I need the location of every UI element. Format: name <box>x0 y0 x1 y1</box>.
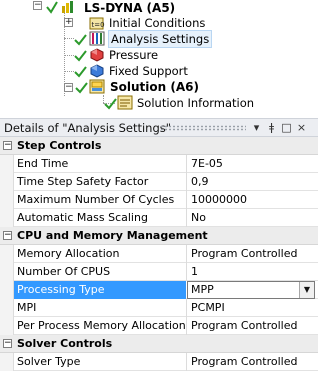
row-gutter <box>0 191 14 209</box>
pin-icon[interactable]: ǂ <box>265 121 278 135</box>
tree-solution-label: Solution (A6) <box>110 80 199 94</box>
row-gutter <box>0 299 14 317</box>
row-gutter <box>0 353 14 371</box>
close-icon[interactable]: × <box>295 121 308 135</box>
column-divider <box>186 263 187 281</box>
section-title: Step Controls <box>17 139 102 152</box>
row-gutter <box>0 281 14 299</box>
row-gutter <box>0 209 14 227</box>
property-row-number-of-cpus[interactable]: Number Of CPUS 1 <box>0 263 318 281</box>
row-gutter <box>0 173 14 191</box>
property-row-maximum-number-of-cycles[interactable]: Maximum Number Of Cycles 10000000 <box>0 191 318 209</box>
analysis-settings-icon <box>89 31 105 46</box>
select-value: MPP <box>191 283 214 296</box>
row-gutter <box>0 245 14 263</box>
column-divider <box>186 209 187 227</box>
property-row-time-step-safety-factor[interactable]: Time Step Safety Factor 0,9 <box>0 173 318 191</box>
property-value[interactable]: 0,9 <box>189 173 209 191</box>
property-value[interactable]: Program Controlled <box>189 353 297 371</box>
tree-item-label: Initial Conditions <box>109 16 206 30</box>
processing-type-select[interactable]: MPP ▼ <box>187 281 315 299</box>
column-divider <box>186 353 187 371</box>
tree-node-ls-dyna[interactable]: − LS-DYNA (A5) <box>0 0 318 16</box>
check-icon <box>74 66 87 78</box>
tree-node-solution-information[interactable]: Solution Information <box>0 95 318 111</box>
property-value[interactable]: Program Controlled <box>189 245 297 263</box>
section-solver-controls[interactable]: − Solver Controls <box>0 335 318 353</box>
property-name: Solver Type <box>17 355 81 368</box>
svg-text:t=0: t=0 <box>92 21 105 29</box>
tree-node-pressure[interactable]: Pressure <box>0 47 318 63</box>
dropdown-arrow-icon[interactable]: ▼ <box>299 282 314 298</box>
details-grid: − Step Controls End Time 7E-05 Time Step… <box>0 137 318 371</box>
collapse-icon[interactable]: − <box>33 1 42 10</box>
column-divider <box>186 173 187 191</box>
column-divider <box>186 299 187 317</box>
tree-item-label: Solution Information <box>137 96 255 110</box>
tree-node-initial-conditions[interactable]: + t=0 Initial Conditions <box>0 15 318 31</box>
tree-node-analysis-settings[interactable]: Analysis Settings <box>0 30 318 48</box>
collapse-icon[interactable]: − <box>64 83 73 92</box>
column-divider <box>186 155 187 173</box>
tree-node-fixed-support[interactable]: Fixed Support <box>0 63 318 79</box>
section-cpu-memory-management[interactable]: − CPU and Memory Management <box>0 227 318 245</box>
property-name: Maximum Number Of Cycles <box>17 193 175 206</box>
property-row-mpi[interactable]: MPI PCMPI <box>0 299 318 317</box>
row-gutter <box>0 317 14 335</box>
ls-dyna-system-icon <box>62 1 73 13</box>
column-divider <box>186 245 187 263</box>
column-divider <box>186 317 187 335</box>
property-row-processing-type[interactable]: Processing Type MPP ▼ <box>0 281 318 299</box>
property-value[interactable]: 10000000 <box>189 191 247 209</box>
property-name: Per Process Memory Allocation <box>17 319 186 332</box>
pressure-icon <box>90 48 104 62</box>
property-value[interactable]: No <box>189 209 206 227</box>
tree-item-label: Pressure <box>109 48 159 62</box>
collapse-icon[interactable]: − <box>3 231 12 240</box>
property-name: MPI <box>17 301 37 314</box>
tree-node-solution[interactable]: − Solution (A6) <box>0 79 318 95</box>
initial-conditions-icon: t=0 <box>89 17 105 30</box>
row-gutter <box>0 155 14 173</box>
section-step-controls[interactable]: − Step Controls <box>0 137 318 155</box>
property-row-per-process-memory-allocation[interactable]: Per Process Memory Allocation Program Co… <box>0 317 318 335</box>
tree-item-label: Fixed Support <box>109 64 188 78</box>
property-value[interactable]: 1 <box>189 263 198 281</box>
section-title: Solver Controls <box>17 337 113 350</box>
check-icon <box>104 98 117 110</box>
check-icon <box>74 34 87 46</box>
property-name: End Time <box>17 157 69 170</box>
property-row-end-time[interactable]: End Time 7E-05 <box>0 155 318 173</box>
property-row-solver-type[interactable]: Solver Type Program Controlled <box>0 353 318 371</box>
fixed-support-icon <box>90 64 104 78</box>
property-name: Memory Allocation <box>17 247 120 260</box>
details-title: Details of "Analysis Settings" <box>4 121 172 135</box>
details-panel-header: Details of "Analysis Settings" ▾ ǂ □ × <box>0 118 318 137</box>
drag-grip-icon[interactable] <box>160 125 246 131</box>
check-icon <box>75 82 88 94</box>
maximize-icon[interactable]: □ <box>280 121 293 135</box>
menu-dropdown-icon[interactable]: ▾ <box>250 121 263 135</box>
column-divider <box>186 191 187 209</box>
collapse-icon[interactable]: − <box>3 339 12 348</box>
outline-tree: − LS-DYNA (A5) + t=0 Initial Conditions … <box>0 0 318 117</box>
property-name: Automatic Mass Scaling <box>17 211 148 224</box>
property-value[interactable]: 7E-05 <box>189 155 223 173</box>
property-row-automatic-mass-scaling[interactable]: Automatic Mass Scaling No <box>0 209 318 227</box>
property-row-memory-allocation[interactable]: Memory Allocation Program Controlled <box>0 245 318 263</box>
expand-icon[interactable]: + <box>64 18 73 27</box>
tree-root-label: LS-DYNA (A5) <box>84 1 176 15</box>
check-icon <box>74 50 87 62</box>
property-name: Number Of CPUS <box>17 265 111 278</box>
property-value[interactable]: PCMPI <box>189 299 225 317</box>
collapse-icon[interactable]: − <box>3 141 12 150</box>
solution-icon <box>89 79 105 94</box>
property-name: Processing Type <box>14 281 186 299</box>
property-name: Time Step Safety Factor <box>17 175 149 188</box>
property-value[interactable]: Program Controlled <box>189 317 297 335</box>
tree-item-label: Analysis Settings <box>108 30 213 48</box>
section-title: CPU and Memory Management <box>17 229 208 242</box>
solution-information-icon <box>117 95 133 110</box>
row-gutter <box>0 263 14 281</box>
